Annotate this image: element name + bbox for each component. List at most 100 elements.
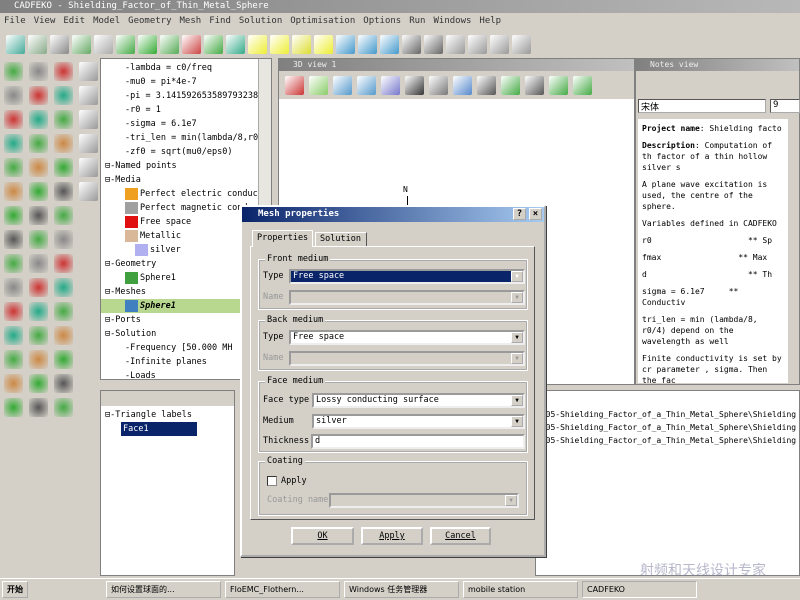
tree-node[interactable]: -r0 = 1 — [101, 103, 271, 117]
palette-tool-icon[interactable] — [54, 182, 73, 201]
face-type-select[interactable]: Lossy conducting surface ▼ — [312, 393, 525, 408]
toolbar-button-icon[interactable] — [270, 34, 289, 54]
cancel-button[interactable]: Cancel — [430, 527, 491, 545]
palette-tool-icon[interactable] — [79, 134, 98, 153]
apply-coating-checkbox[interactable] — [267, 476, 277, 486]
menu-help[interactable]: Help — [479, 13, 501, 30]
tree-node[interactable]: -tri_len = min(lambda/8,r0/4 — [101, 131, 271, 145]
palette-tool-icon[interactable] — [4, 350, 23, 369]
palette-tool-icon[interactable] — [54, 278, 73, 297]
view-tool-icon[interactable] — [501, 75, 520, 95]
toolbar-button-icon[interactable] — [182, 34, 201, 54]
palette-tool-icon[interactable] — [29, 326, 48, 345]
menu-file[interactable]: File — [4, 13, 26, 30]
font-select[interactable]: 宋体 — [638, 99, 766, 113]
toolbar-button-icon[interactable] — [204, 34, 223, 54]
view-tool-icon[interactable] — [405, 75, 424, 95]
view-tool-icon[interactable] — [309, 75, 328, 95]
size-select[interactable]: 9 — [770, 99, 800, 113]
palette-tool-icon[interactable] — [4, 110, 23, 129]
notes-text[interactable]: Project name: Shielding facto Description… — [638, 119, 788, 383]
toolbar-button-icon[interactable] — [72, 34, 91, 54]
toolbar-button-icon[interactable] — [292, 34, 311, 54]
palette-tool-icon[interactable] — [4, 398, 23, 417]
toolbar-button-icon[interactable] — [314, 34, 333, 54]
toolbar-button-icon[interactable] — [138, 34, 157, 54]
palette-tool-icon[interactable] — [29, 86, 48, 105]
toolbar-button-icon[interactable] — [336, 34, 355, 54]
palette-tool-icon[interactable] — [29, 158, 48, 177]
taskbar-item[interactable]: FloEMC_Flothern... — [225, 581, 340, 598]
tree-node[interactable]: ⊟-Media — [101, 173, 271, 187]
toolbar-button-icon[interactable] — [468, 34, 487, 54]
palette-tool-icon[interactable] — [54, 86, 73, 105]
palette-tool-icon[interactable] — [4, 158, 23, 177]
palette-tool-icon[interactable] — [54, 206, 73, 225]
toolbar-button-icon[interactable] — [402, 34, 421, 54]
medium-select[interactable]: silver ▼ — [312, 414, 525, 429]
tree-node[interactable]: Perfect electric conduct — [101, 187, 271, 201]
toolbar-button-icon[interactable] — [358, 34, 377, 54]
tree-node[interactable]: -mu0 = pi*4e-7 — [101, 75, 271, 89]
menu-windows[interactable]: Windows — [433, 13, 471, 30]
tree-node[interactable]: -sigma = 6.1e7 — [101, 117, 271, 131]
palette-tool-icon[interactable] — [4, 182, 23, 201]
menu-geometry[interactable]: Geometry — [128, 13, 171, 30]
taskbar-item[interactable]: mobile station — [463, 581, 578, 598]
view-tool-icon[interactable] — [477, 75, 496, 95]
tab-properties[interactable]: Properties — [252, 230, 313, 247]
coating-name-select[interactable]: ▼ — [329, 493, 519, 508]
toolbar-button-icon[interactable] — [28, 34, 47, 54]
palette-tool-icon[interactable] — [29, 374, 48, 393]
toolbar-button-icon[interactable] — [248, 34, 267, 54]
view-tool-icon[interactable] — [333, 75, 352, 95]
palette-tool-icon[interactable] — [4, 206, 23, 225]
toolbar-button-icon[interactable] — [380, 34, 399, 54]
taskbar-item[interactable]: 如何设置球面的... — [106, 581, 221, 598]
front-name-select[interactable]: ▼ — [289, 290, 525, 305]
palette-tool-icon[interactable] — [54, 110, 73, 129]
menu-solution[interactable]: Solution — [239, 13, 282, 30]
menu-options[interactable]: Options — [363, 13, 401, 30]
toolbar-button-icon[interactable] — [50, 34, 69, 54]
toolbar-button-icon[interactable] — [490, 34, 509, 54]
view-tool-icon[interactable] — [453, 75, 472, 95]
palette-tool-icon[interactable] — [4, 374, 23, 393]
palette-tool-icon[interactable] — [4, 302, 23, 321]
view-tool-icon[interactable] — [549, 75, 568, 95]
menu-run[interactable]: Run — [409, 13, 425, 30]
toolbar-button-icon[interactable] — [6, 34, 25, 54]
apply-button[interactable]: Apply — [361, 527, 423, 545]
thickness-input[interactable]: d — [311, 434, 525, 449]
menu-find[interactable]: Find — [209, 13, 231, 30]
view-tool-icon[interactable] — [525, 75, 544, 95]
view-tool-icon[interactable] — [285, 75, 304, 95]
menu-edit[interactable]: Edit — [63, 13, 85, 30]
toolbar-button-icon[interactable] — [446, 34, 465, 54]
toolbar-button-icon[interactable] — [226, 34, 245, 54]
palette-tool-icon[interactable] — [54, 374, 73, 393]
menu-view[interactable]: View — [34, 13, 56, 30]
toolbar-button-icon[interactable] — [94, 34, 113, 54]
palette-tool-icon[interactable] — [54, 134, 73, 153]
palette-tool-icon[interactable] — [4, 134, 23, 153]
view-tool-icon[interactable] — [357, 75, 376, 95]
palette-tool-icon[interactable] — [79, 182, 98, 201]
palette-tool-icon[interactable] — [29, 254, 48, 273]
palette-tool-icon[interactable] — [54, 254, 73, 273]
view-tool-icon[interactable] — [573, 75, 592, 95]
tree-node[interactable]: -pi = 3.14159265358979323846 — [101, 89, 271, 103]
palette-tool-icon[interactable] — [4, 278, 23, 297]
palette-tool-icon[interactable] — [4, 86, 23, 105]
back-type-select[interactable]: Free space ▼ — [289, 330, 525, 345]
taskbar-item[interactable]: Windows 任务管理器 — [344, 581, 459, 598]
palette-tool-icon[interactable] — [29, 278, 48, 297]
ok-button[interactable]: OK — [291, 527, 354, 545]
front-type-select[interactable]: Free space ▼ — [289, 269, 525, 284]
palette-tool-icon[interactable] — [54, 302, 73, 321]
palette-tool-icon[interactable] — [4, 254, 23, 273]
palette-tool-icon[interactable] — [54, 62, 73, 81]
toolbar-button-icon[interactable] — [116, 34, 135, 54]
palette-tool-icon[interactable] — [79, 110, 98, 129]
tree-node-face1[interactable]: Face1 — [105, 422, 230, 436]
